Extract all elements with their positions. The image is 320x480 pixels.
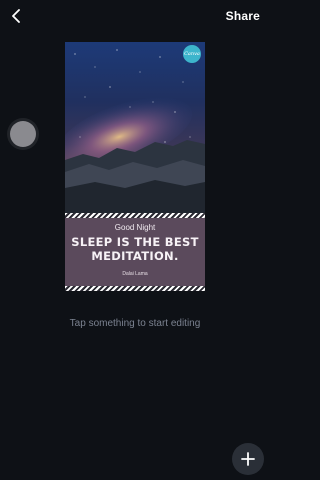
chevron-left-icon [12,9,20,23]
milky-way-mountains-image [65,49,205,213]
add-button[interactable] [232,443,264,475]
background-photo[interactable]: Canva [65,42,205,213]
quote-line-2: MEDITATION. [91,249,179,263]
stripe-border-top [65,213,205,218]
design-canvas[interactable]: Canva Good Night SLEEP IS THE BEST MEDIT… [65,42,205,291]
back-button[interactable] [6,6,26,26]
greeting-text[interactable]: Good Night [65,223,205,232]
editing-hint: Tap something to start editing [69,318,201,329]
quote-headline[interactable]: SLEEP IS THE BEST MEDITATION. [69,235,201,263]
plus-icon [241,452,255,466]
stripe-border-bottom [65,286,205,291]
author-text[interactable]: Dalai Lama [65,271,205,277]
canva-logo: Canva [183,45,201,63]
quote-panel[interactable]: Good Night SLEEP IS THE BEST MEDITATION.… [65,213,205,291]
drag-handle[interactable] [10,121,36,147]
share-button[interactable]: Share [226,9,260,23]
quote-line-1: SLEEP IS THE BEST [71,235,199,249]
top-bar: Share [0,0,270,34]
